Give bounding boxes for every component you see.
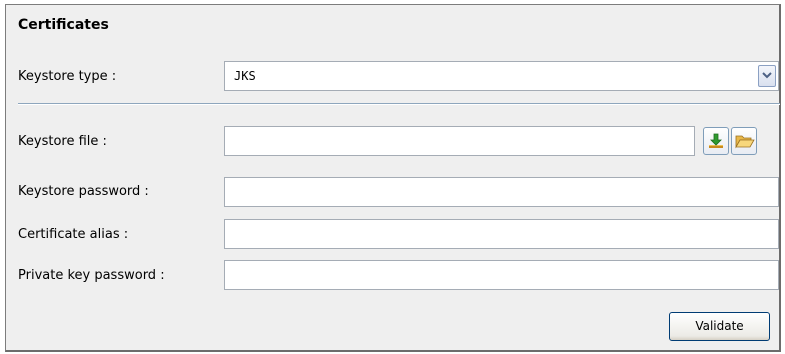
- separator: [18, 103, 780, 105]
- private-key-password-input[interactable]: [224, 260, 779, 290]
- keystore-type-value: JKS: [234, 69, 256, 83]
- dropdown-button[interactable]: [758, 65, 776, 87]
- download-button[interactable]: [703, 127, 729, 155]
- validate-button[interactable]: Validate: [669, 312, 770, 341]
- keystore-type-select[interactable]: JKS: [224, 61, 779, 91]
- download-icon: [709, 133, 723, 148]
- certificate-alias-input[interactable]: [224, 219, 779, 249]
- certificate-alias-label: Certificate alias :: [18, 227, 129, 242]
- folder-open-icon: [735, 135, 755, 149]
- section-title: Certificates: [18, 17, 109, 33]
- certificates-panel: Certificates Keystore type : JKS Keystor…: [5, 4, 781, 352]
- keystore-password-input[interactable]: [224, 177, 779, 207]
- keystore-password-label: Keystore password :: [18, 184, 149, 199]
- keystore-type-label: Keystore type :: [18, 69, 117, 84]
- browse-button[interactable]: [731, 127, 757, 155]
- keystore-file-label: Keystore file :: [18, 134, 107, 149]
- keystore-file-input[interactable]: [224, 126, 695, 156]
- private-key-password-label: Private key password :: [18, 268, 165, 283]
- chevron-down-icon: [762, 72, 772, 79]
